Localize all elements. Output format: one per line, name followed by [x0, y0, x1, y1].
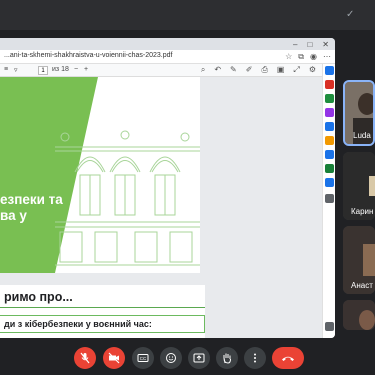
participant-name: Анаст — [351, 281, 373, 290]
pdf-outline-icon[interactable]: ▿ — [14, 66, 18, 74]
meeting-window: ✓ – □ ✕ ...ani-ta-skhemi-shakhraistva-u-… — [0, 0, 375, 375]
mic-off-icon — [80, 352, 90, 364]
page2-subheading-box: ди з кібербезпеки у воєнний час: — [0, 315, 205, 333]
more-options-button[interactable] — [244, 347, 266, 369]
present-icon — [193, 353, 205, 363]
raise-hand-button[interactable] — [216, 347, 238, 369]
mic-off-button[interactable] — [74, 347, 96, 369]
browser-side-rail — [322, 64, 335, 338]
pdf-viewer[interactable]: езпеки та ва у римо про... ди з кібербез… — [0, 77, 322, 338]
end-call-icon — [282, 356, 294, 361]
participant-name: Luda L — [353, 131, 373, 140]
profile-icon[interactable]: ◉ — [310, 52, 317, 62]
rail-icon-5[interactable] — [325, 122, 334, 131]
url-text[interactable]: ...ani-ta-skhemi-shakhraistva-u-voiennii… — [4, 52, 172, 59]
slide-title-line-1: езпеки та — [0, 192, 63, 207]
maximize-icon[interactable]: □ — [307, 40, 312, 49]
address-bar[interactable]: ...ani-ta-skhemi-shakhraistva-u-voiennii… — [0, 50, 335, 64]
pdf-menu-icon[interactable]: ≡ — [4, 66, 8, 73]
zoom-out-icon[interactable]: − — [74, 66, 78, 73]
page-number-input[interactable]: 1 — [38, 66, 48, 75]
pdf-page-2: римо про... ди з кібербезпеки у воєнний … — [0, 285, 205, 338]
page2-divider — [0, 307, 205, 308]
extensions-icon[interactable]: ⧉ — [298, 52, 304, 62]
pdf-tools: ⌕ ↶ ✎ ✐ ⎙ ▣ ⤢ ⚙ — [201, 65, 316, 75]
close-icon[interactable]: ✕ — [322, 40, 329, 49]
emoji-icon — [166, 353, 176, 363]
rail-icon-4[interactable] — [325, 108, 334, 117]
svg-text:CC: CC — [140, 356, 147, 361]
draw-icon[interactable]: ✎ — [230, 65, 237, 75]
captions-icon: CC — [137, 354, 149, 362]
window-controls: – □ ✕ — [293, 38, 329, 50]
captions-button[interactable]: CC — [132, 347, 154, 369]
end-call-button[interactable] — [272, 347, 304, 369]
shared-screen: – □ ✕ ...ani-ta-skhemi-shakhraistva-u-vo… — [0, 38, 335, 338]
participant-tile-3[interactable]: Анаст — [343, 226, 375, 294]
rail-icon-3[interactable] — [325, 94, 334, 103]
emoji-button[interactable] — [160, 347, 182, 369]
slide-title: езпеки та ва у — [0, 192, 85, 224]
participant-tile-2[interactable]: Карин — [343, 152, 375, 220]
present-button[interactable] — [188, 347, 210, 369]
more-icon — [254, 353, 256, 363]
page2-heading: римо про... — [4, 290, 73, 304]
search-icon[interactable]: ⌕ — [201, 65, 205, 75]
rail-settings-icon[interactable] — [325, 322, 334, 331]
rail-icon-8[interactable] — [325, 164, 334, 173]
rail-add-icon[interactable] — [325, 194, 334, 203]
page-total: из 18 — [52, 66, 69, 73]
star-icon[interactable]: ☆ — [285, 52, 292, 62]
minimize-icon[interactable]: – — [293, 40, 297, 49]
pdf-toolbar: ≡ ▿ 1 из 18 − + ⌕ ↶ ✎ ✐ ⎙ ▣ ⤢ ⚙ — [0, 64, 322, 77]
page-gap — [0, 273, 322, 285]
browser-menu-icon[interactable]: ⋯ — [323, 52, 331, 62]
undo-icon[interactable]: ↶ — [214, 65, 221, 75]
participant-name: Карин — [351, 207, 374, 216]
rail-icon-7[interactable] — [325, 150, 334, 159]
rail-icon-1[interactable] — [325, 66, 334, 75]
rail-icon-2[interactable] — [325, 80, 334, 89]
call-controls: CC — [0, 340, 375, 375]
settings-icon[interactable]: ⚙ — [309, 65, 316, 75]
pdf-page-1: езпеки та ва у — [0, 77, 200, 273]
slide-title-line-2: ва у — [0, 208, 27, 223]
rail-icon-6[interactable] — [325, 136, 334, 145]
participant-tile-4[interactable] — [343, 300, 375, 330]
zoom-in-icon[interactable]: + — [84, 66, 88, 73]
participant-video — [343, 300, 375, 330]
save-icon[interactable]: ⎙ — [261, 65, 267, 75]
browser-tab-bar: – □ ✕ — [0, 38, 335, 50]
camera-off-icon — [108, 352, 120, 364]
fullscreen-icon[interactable]: ⤢ — [293, 65, 299, 75]
annotate-icon[interactable]: ✐ — [246, 65, 253, 75]
check-icon: ✓ — [346, 9, 355, 20]
page2-subheading: ди з кібербезпеки у воєнний час: — [4, 319, 152, 329]
participant-tile-1[interactable]: Luda L — [343, 80, 375, 146]
browser-actions: ☆ ⧉ ◉ ⋯ — [285, 52, 331, 62]
rail-icon-9[interactable] — [325, 178, 334, 187]
camera-off-button[interactable] — [103, 347, 125, 369]
raise-hand-icon — [223, 353, 231, 364]
top-bar: ✓ — [0, 0, 375, 30]
print-icon[interactable]: ▣ — [277, 65, 285, 75]
